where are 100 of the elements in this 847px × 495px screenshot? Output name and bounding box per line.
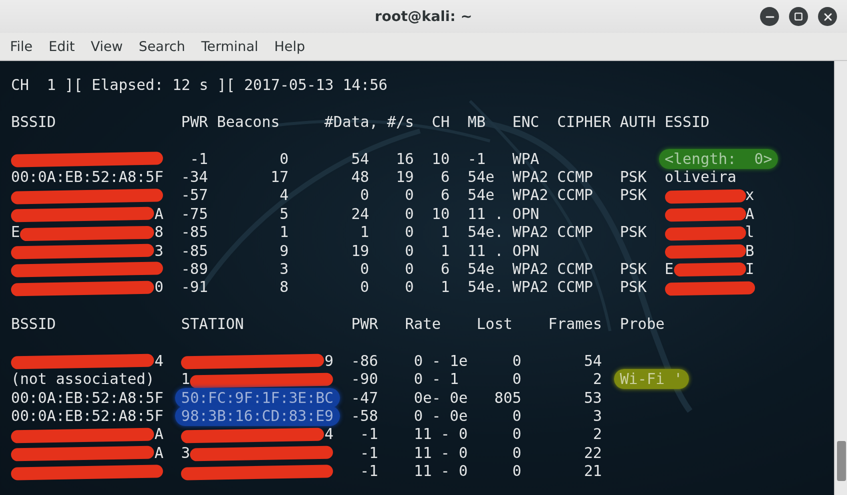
essid-text: E: [664, 260, 674, 278]
beacons-text: 9: [280, 242, 289, 260]
ch-text: 6: [440, 186, 450, 205]
highlighted-station-text: 98:3B:16:CD:83:E9: [175, 406, 340, 426]
ch-text: 1: [440, 278, 450, 297]
enc-text: WPA2: [512, 168, 548, 186]
beacons-text: 4: [280, 186, 289, 205]
scrollbar-thumb[interactable]: [837, 441, 846, 481]
station-text: 1: [181, 370, 190, 388]
rate-text: 11 - 0: [414, 425, 468, 444]
column-header: PWR: [351, 315, 378, 334]
rate-text: 0: [404, 278, 414, 297]
essid-text: I: [745, 260, 754, 278]
menu-item[interactable]: Search: [130, 38, 194, 54]
pwr-text: -1: [360, 462, 378, 481]
menu-item[interactable]: View: [82, 38, 131, 54]
pwr-text: -86: [351, 352, 378, 370]
enc-text: OPN: [512, 242, 540, 260]
pwr-text: -1: [190, 150, 208, 168]
window-title: root@kali: ~: [374, 8, 472, 24]
ch-text: 1: [440, 223, 450, 242]
highlighted-probe-text: Wi-Fi ': [614, 369, 689, 390]
auth-text: PSK: [620, 186, 647, 205]
bssid-text: A: [154, 444, 164, 462]
close-button[interactable]: [818, 7, 837, 26]
bssid-text: E: [11, 223, 20, 242]
column-header: #/s: [387, 112, 414, 132]
status-line: CH 1 ][ Elapsed: 12 s ][ 2017-05-13 14:56: [11, 76, 388, 94]
menu-item[interactable]: Terminal: [193, 38, 266, 54]
rate-text: 11 - 0: [414, 462, 468, 481]
column-header: Frames: [548, 315, 602, 334]
bssid-text: 00:0A:EB:52:A8:5F: [11, 168, 164, 186]
bssid-text: 0: [154, 278, 164, 296]
lost-text: 0: [512, 462, 522, 481]
column-header: Probe: [620, 315, 665, 334]
scrollbar[interactable]: [834, 61, 847, 495]
data-text: 48: [351, 168, 370, 186]
station-text: 3: [181, 444, 190, 462]
ch-text: 10: [432, 150, 450, 168]
lost-text: 0: [512, 352, 522, 370]
rate-text: 0 - 1e: [414, 352, 468, 370]
pwr-text: -1: [360, 425, 378, 444]
pwr-text: -90: [351, 370, 378, 389]
lost-text: 0: [512, 407, 522, 426]
rate-text: 16: [396, 150, 414, 168]
bssid-text: 4: [154, 352, 164, 370]
essid-text: A: [745, 204, 754, 223]
column-header: ESSID: [664, 112, 710, 132]
pwr-text: -85: [181, 223, 208, 242]
mb-text: 11 .: [468, 204, 504, 224]
maximize-icon: [794, 12, 803, 21]
bssid-text: 00:0A:EB:52:A8:5F: [11, 388, 164, 408]
cipher-text: CCMP: [557, 186, 594, 205]
mb-text: 54e.: [468, 223, 504, 242]
auth-text: PSK: [620, 223, 647, 242]
column-header: STATION: [181, 315, 244, 334]
enc-text: OPN: [512, 204, 540, 224]
pwr-text: -89: [181, 260, 208, 278]
column-header: AUTH: [620, 112, 656, 132]
auth-text: PSK: [620, 168, 647, 186]
pwr-text: -91: [181, 278, 208, 297]
frames-text: 2: [592, 370, 602, 389]
essid-text: oliveira: [664, 168, 736, 186]
column-header: Lost: [476, 315, 512, 334]
beacons-text: 17: [270, 168, 289, 186]
data-text: 24: [351, 204, 370, 224]
maximize-button[interactable]: [789, 7, 808, 26]
auth-text: PSK: [620, 260, 647, 278]
column-header: BSSID: [11, 315, 56, 334]
data-text: 0: [360, 278, 370, 297]
frames-text: 21: [584, 462, 602, 481]
beacons-text: 0: [280, 150, 289, 168]
mb-text: 54e: [468, 260, 495, 278]
data-text: 19: [351, 242, 370, 260]
mb-text: -1: [468, 150, 486, 168]
menu-item[interactable]: File: [2, 38, 41, 54]
station-text: 9: [324, 352, 334, 370]
menu-item[interactable]: Help: [266, 38, 314, 54]
enc-text: WPA2: [512, 186, 548, 205]
essid-text: x: [745, 186, 754, 204]
ch-text: 10: [432, 204, 450, 224]
pwr-text: -1: [360, 444, 378, 462]
pwr-text: -75: [181, 204, 208, 224]
frames-text: 54: [584, 352, 602, 370]
rate-text: 19: [396, 168, 414, 186]
enc-text: WPA2: [512, 260, 548, 278]
menu-item[interactable]: Edit: [40, 38, 83, 54]
lost-text: 805: [494, 388, 522, 408]
minimize-button[interactable]: [760, 7, 779, 26]
beacons-text: 1: [280, 223, 289, 242]
pwr-text: -34: [181, 168, 208, 186]
enc-text: WPA2: [512, 278, 548, 297]
mb-text: 54e: [468, 186, 495, 205]
ch-text: 6: [440, 168, 450, 186]
beacons-text: 5: [280, 204, 289, 224]
rate-text: 0: [404, 186, 414, 205]
column-header: PWR: [181, 112, 208, 132]
beacons-text: 8: [280, 278, 289, 297]
rate-text: 0: [404, 204, 414, 224]
enc-text: WPA: [512, 150, 540, 168]
